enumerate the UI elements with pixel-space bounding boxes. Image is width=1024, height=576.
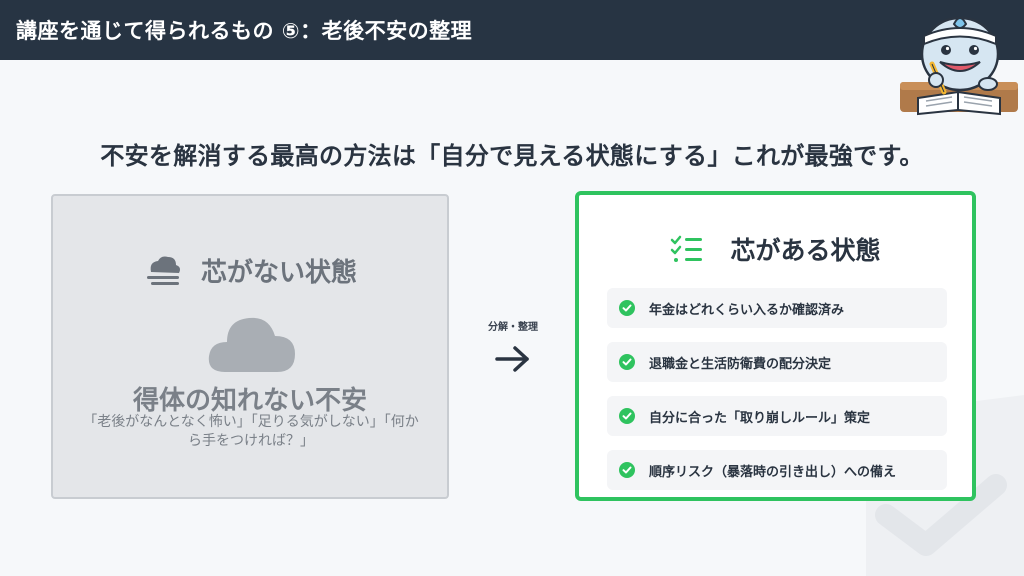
checklist: 年金はどれくらい入るか確認済み 退職金と生活防衛費の配分決定 自分に合った「取り… — [607, 288, 947, 504]
anxiety-examples: 「老後がなんとなく怖い」「足りる気がしない」「何から手をつければ？」 — [83, 414, 419, 449]
list-item: 自分に合った「取り崩しルール」策定 — [607, 396, 947, 436]
list-item-label: 年金はどれくらい入るか確認済み — [649, 302, 845, 318]
checklist-icon — [671, 235, 703, 262]
check-circle-icon — [619, 354, 635, 370]
fog-cloud-icon — [146, 256, 180, 285]
no-core-title-row: 芯がない状態 — [53, 252, 447, 289]
cloud-icon — [208, 317, 295, 372]
check-circle-icon — [619, 408, 635, 424]
list-item-label: 退職金と生活防衛費の配分決定 — [649, 356, 832, 372]
list-item: 退職金と生活防衛費の配分決定 — [607, 342, 947, 382]
list-item: 年金はどれくらい入るか確認済み — [607, 288, 947, 328]
check-circle-icon — [619, 462, 635, 478]
list-item-label: 順序リスク（暴落時の引き出し）への備え — [649, 464, 897, 480]
unknown-anxiety-text: 得体の知れない不安 — [132, 386, 367, 416]
has-core-title: 芯がある状態 — [730, 236, 881, 265]
page-title: 講座を通じて得られるもの ⑤：老後不安の整理 — [16, 19, 473, 43]
check-circle-icon — [619, 300, 635, 316]
list-item-label: 自分に合った「取り崩しルール」策定 — [649, 410, 871, 426]
has-core-card: 芯がある状態 年金はどれくらい入るか確認済み 退職金と生活防衛費の配分決定 自分… — [575, 191, 976, 501]
arrow-right-icon — [495, 346, 529, 372]
no-core-card: 芯がない状態 得体の知れない不安 「老後がなんとなく怖い」「足りる気がしない」「… — [51, 194, 449, 499]
arrow-label: 分解・整理 — [488, 322, 538, 333]
list-item: 順序リスク（暴落時の引き出し）への備え — [607, 450, 947, 490]
no-core-title: 芯がない状態 — [200, 258, 357, 288]
has-core-title-row: 芯がある状態 — [579, 231, 972, 267]
header-bar: 講座を通じて得られるもの ⑤：老後不安の整理 — [0, 0, 1024, 60]
headline: 不安を解消する最高の方法は「自分で見える状態にする」これが最強です。 — [100, 142, 924, 170]
mascot-illustration — [900, 16, 1018, 116]
